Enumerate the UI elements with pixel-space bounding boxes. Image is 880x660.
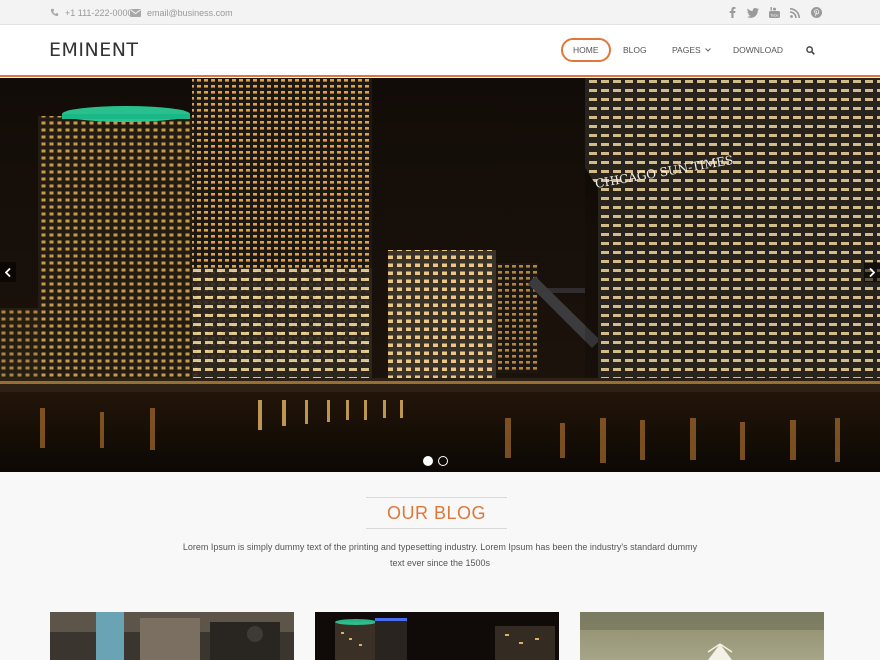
- heading-divider-bottom: [366, 528, 507, 529]
- phone-number: +1 111-222-0000: [65, 7, 133, 18]
- slider-dot-1[interactable]: [423, 456, 433, 466]
- email-contact[interactable]: email@business.com: [130, 0, 233, 25]
- blog-card-thumbnail[interactable]: [580, 612, 824, 660]
- phone-icon: [50, 8, 59, 17]
- slider-dot-2[interactable]: [438, 456, 448, 466]
- blog-card-thumbnail[interactable]: [50, 612, 294, 660]
- top-bar: +1 111-222-0000 email@business.com Tube: [0, 0, 880, 25]
- svg-text:Tube: Tube: [769, 14, 778, 18]
- site-logo[interactable]: EMINENT: [49, 39, 139, 61]
- email-address[interactable]: email@business.com: [147, 8, 233, 18]
- pinterest-icon[interactable]: [810, 7, 822, 19]
- chevron-down-icon: [704, 48, 711, 52]
- nav-item-pages: PAGES: [672, 25, 711, 75]
- nav-blog-link[interactable]: BLOG: [623, 45, 647, 55]
- slider-next-button[interactable]: [864, 262, 880, 282]
- chevron-left-icon: [5, 267, 11, 277]
- blog-section-title: OUR BLOG: [386, 503, 487, 523]
- search-icon: [806, 45, 815, 55]
- rss-icon[interactable]: [789, 7, 801, 19]
- facebook-icon[interactable]: [726, 7, 738, 19]
- blog-section-heading: OUR BLOG: [366, 497, 507, 529]
- nav-pages-link[interactable]: PAGES: [672, 45, 711, 55]
- youtube-icon[interactable]: Tube: [768, 7, 780, 19]
- nav-pages-label: PAGES: [672, 45, 701, 55]
- nav-item-search: [806, 25, 815, 75]
- nav-item-blog: BLOG: [623, 25, 647, 75]
- slide-image-city-night: CHICAGO SUN-TIMES: [0, 78, 880, 472]
- phone-contact: +1 111-222-0000: [50, 0, 132, 25]
- social-links: Tube: [726, 0, 822, 25]
- nav-item-download: DOWNLOAD: [733, 25, 783, 75]
- nav-download-link[interactable]: DOWNLOAD: [733, 45, 783, 55]
- chevron-right-icon: [869, 267, 875, 277]
- search-button[interactable]: [806, 45, 815, 55]
- blog-card-thumbnail[interactable]: [315, 612, 559, 660]
- blog-card-image: [580, 612, 824, 660]
- envelope-icon: [130, 8, 141, 17]
- hero-slider: CHICAGO SUN-TIMES: [0, 78, 880, 472]
- nav-item-home: HOME: [561, 25, 611, 75]
- slider-pagination: [423, 456, 448, 466]
- slider-prev-button[interactable]: [0, 262, 16, 282]
- blog-cards: [0, 612, 880, 660]
- twitter-icon[interactable]: [747, 7, 759, 19]
- blog-card-image: [315, 612, 559, 660]
- nav-home-link[interactable]: HOME: [561, 38, 611, 62]
- site-header: EMINENT HOME BLOG PAGES DOWNLOAD: [0, 25, 880, 77]
- blog-section-description: Lorem Ipsum is simply dummy text of the …: [182, 542, 698, 568]
- blog-card-image: [50, 612, 294, 660]
